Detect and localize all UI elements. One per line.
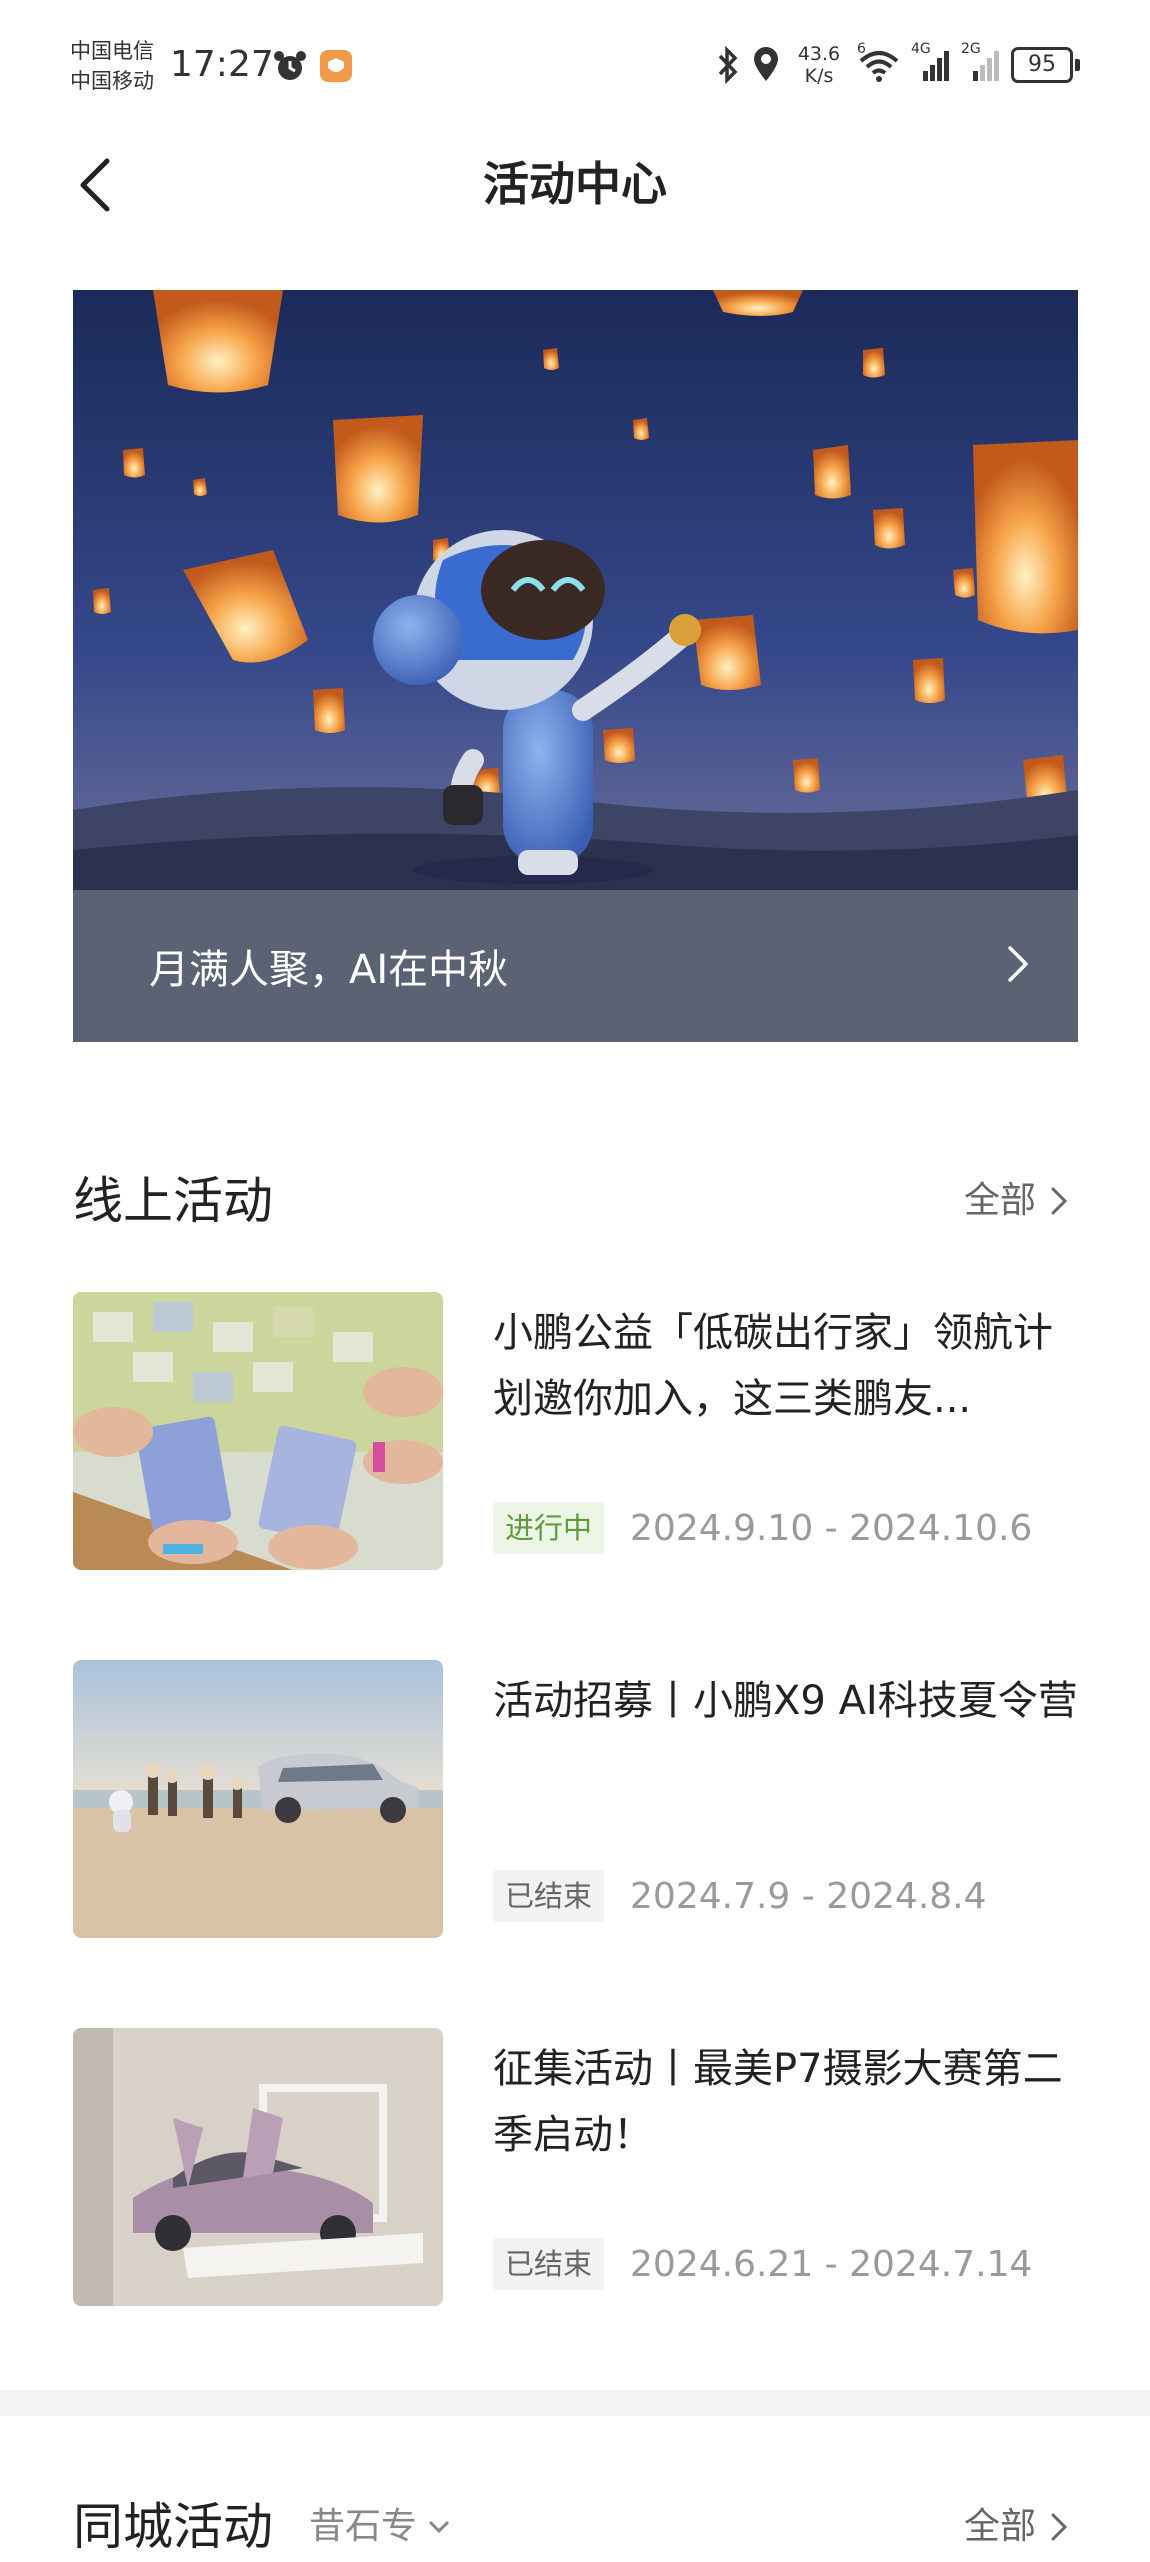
- signal-2-label: 2G: [961, 41, 981, 57]
- app-badge-icon: [318, 48, 354, 84]
- status-badge: 进行中: [493, 1502, 605, 1554]
- activity-meta: 已结束 2024.7.9 - 2024.8.4: [493, 1870, 987, 1922]
- view-all-city-button[interactable]: 全部: [964, 2492, 1068, 2562]
- carrier-1: 中国电信: [70, 39, 154, 63]
- banner-title: 月满人聚，AI在中秋: [149, 947, 509, 993]
- chevron-right-icon: [1006, 944, 1030, 988]
- status-badge: 已结束: [493, 1870, 605, 1922]
- view-all-label: 全部: [963, 1180, 1036, 1221]
- activity-title: 征集活动丨最美P7摄影大赛第二季启动！: [493, 2046, 1063, 2158]
- status-time: 17:27: [170, 44, 274, 85]
- view-all-online-button[interactable]: 全部: [964, 1166, 1068, 1236]
- section-divider: [0, 2390, 1150, 2416]
- signal-1-label: 4G: [911, 41, 931, 57]
- city-activities-header: 同城活动 昔石专 全部: [73, 2492, 1078, 2562]
- battery-level: 95: [1011, 47, 1073, 83]
- activity-thumbnail: [73, 1292, 443, 1570]
- view-all-label: 全部: [963, 2506, 1036, 2547]
- status-badge: 已结束: [493, 2238, 605, 2290]
- chevron-right-icon: [1051, 1187, 1068, 1215]
- wifi-label: 6: [857, 41, 866, 57]
- banner-caption-bar[interactable]: 月满人聚，AI在中秋: [73, 890, 1078, 1042]
- activity-thumbnail: [73, 1660, 443, 1938]
- activity-date-range: 2024.7.9 - 2024.8.4: [630, 1875, 987, 1917]
- alarm-icon: [272, 48, 308, 84]
- activity-meta: 进行中 2024.9.10 - 2024.10.6: [493, 1502, 1032, 1554]
- featured-banner[interactable]: 月满人聚，AI在中秋: [73, 290, 1078, 1042]
- activity-item[interactable]: 活动招募丨小鹏X9 AI科技夏令营 已结束 2024.7.9 - 2024.8.…: [73, 1660, 1078, 1938]
- wifi-icon: 6: [857, 41, 901, 85]
- activity-title: 活动招募丨小鹏X9 AI科技夏令营: [493, 1678, 1078, 1724]
- city-label: 昔石专: [309, 2506, 418, 2547]
- carrier-names: 中国电信 中国移动: [70, 36, 154, 96]
- activity-item[interactable]: 小鹏公益「低碳出行家」领航计划邀你加入，这三类鹏友... 进行中 2024.9.…: [73, 1292, 1078, 1570]
- activity-thumbnail: [73, 2028, 443, 2306]
- status-bar: 中国电信 中国移动 17:27 43.6 K/s 6 4G 2G 95: [0, 0, 1150, 130]
- activity-date-range: 2024.6.21 - 2024.7.14: [630, 2243, 1033, 2285]
- signal-2-icon: 2G: [961, 41, 1001, 85]
- status-indicators: 43.6 K/s 6 4G 2G 95: [715, 40, 1080, 90]
- net-speed-unit: K/s: [804, 65, 834, 87]
- activity-date-range: 2024.9.10 - 2024.10.6: [630, 1507, 1033, 1549]
- activity-title: 小鹏公益「低碳出行家」领航计划邀你加入，这三类鹏友...: [493, 1310, 1053, 1422]
- section-title: 线上活动: [73, 1172, 273, 1230]
- chevron-right-icon: [1051, 2513, 1068, 2541]
- bluetooth-icon: [715, 45, 741, 85]
- chevron-down-icon: [428, 2520, 450, 2534]
- city-selector[interactable]: 昔石专: [309, 2492, 451, 2562]
- net-speed-value: 43.6: [797, 43, 841, 65]
- banner-image: [73, 290, 1078, 890]
- signal-icon: 4G: [911, 41, 951, 85]
- activity-meta: 已结束 2024.6.21 - 2024.7.14: [493, 2238, 1032, 2290]
- section-title: 同城活动: [73, 2498, 273, 2556]
- online-activities-header: 线上活动 全部: [73, 1166, 1078, 1236]
- net-speed: 43.6 K/s: [791, 43, 847, 87]
- page-title: 活动中心: [483, 157, 667, 211]
- carrier-2: 中国移动: [70, 69, 154, 93]
- battery-icon: 95: [1011, 47, 1080, 83]
- location-icon: [751, 45, 781, 85]
- activity-item[interactable]: 征集活动丨最美P7摄影大赛第二季启动！ 已结束 2024.6.21 - 2024…: [73, 2028, 1078, 2306]
